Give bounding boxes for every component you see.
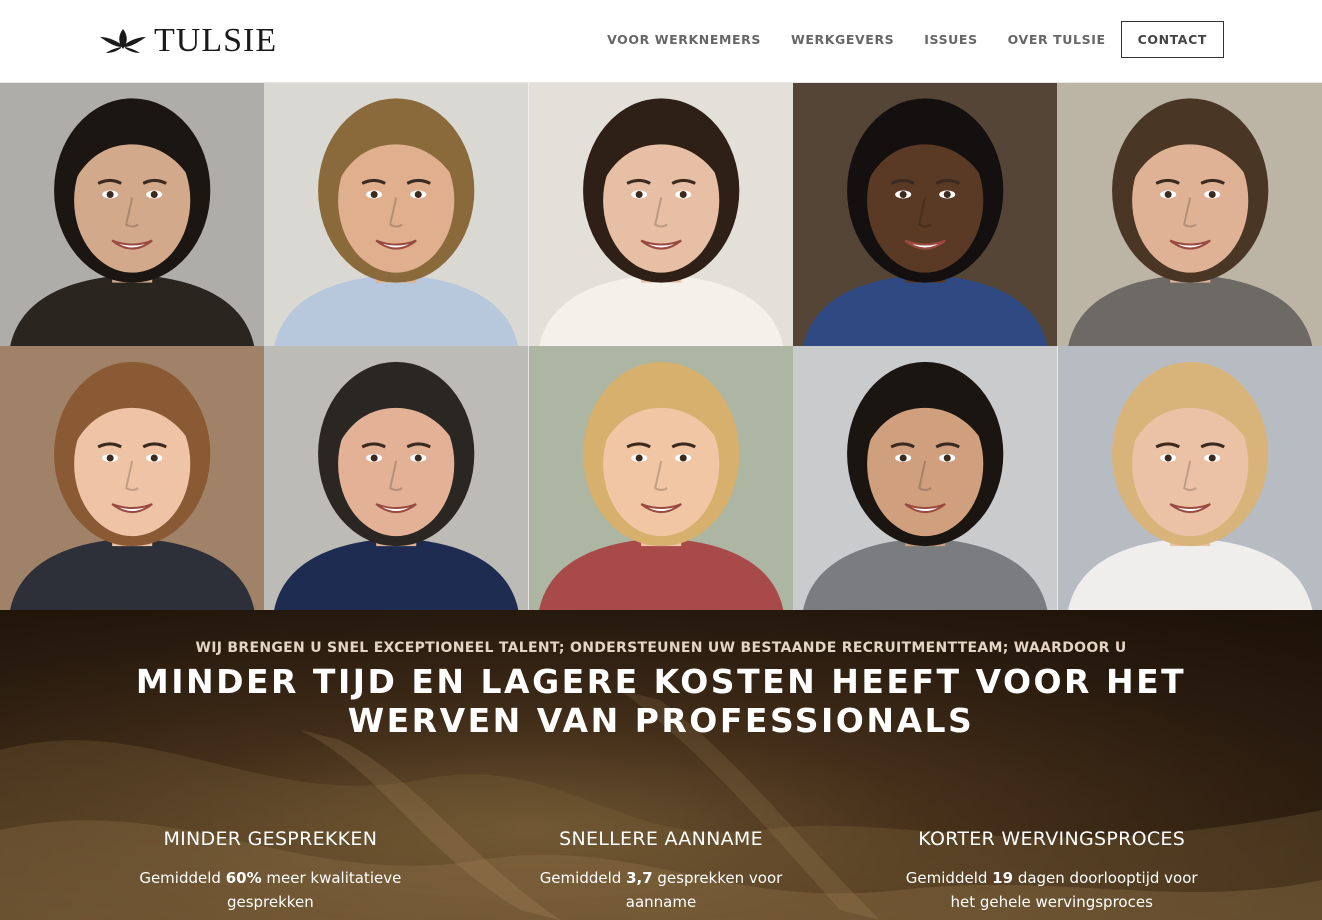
hero-title: MINDER TIJD EN LAGERE KOSTEN HEEFT VOOR … <box>0 662 1322 740</box>
portrait-gallery <box>0 83 1322 610</box>
stat-value: 19 <box>992 869 1014 887</box>
nav-item-werkgevers[interactable]: WERKGEVERS <box>791 32 894 47</box>
stat-title: MINDER GESPREKKEN <box>163 828 378 850</box>
portrait-image <box>0 346 265 610</box>
portrait-image <box>1057 83 1322 346</box>
portrait-image <box>528 83 794 346</box>
stat-description: Gemiddeld 19 dagen doorlooptijd voor het… <box>905 869 1198 911</box>
contact-button[interactable]: CONTACT <box>1120 21 1224 58</box>
stat-value: 60% <box>225 869 262 887</box>
portrait-photo <box>0 346 265 610</box>
stat-korter-wervingsproces: KORTER WERVINGSPROCES Gemiddeld 19 dagen… <box>856 828 1247 914</box>
nav-item-over-tulsie[interactable]: OVER TULSIE <box>1008 32 1106 47</box>
portrait-image <box>793 83 1058 346</box>
portrait-image <box>0 83 265 346</box>
hero-subtitle: WIJ BRENGEN U SNEL EXCEPTIONEEL TALENT; … <box>195 640 1127 656</box>
logo-link[interactable]: TULSIE <box>98 22 277 60</box>
main-nav: VOOR WERKNEMERS WERKGEVERS ISSUES OVER T… <box>607 21 1224 58</box>
portrait-image <box>793 346 1058 610</box>
stat-description: Gemiddeld 3,7 gesprekken voor aanname <box>539 869 783 911</box>
portrait-photo <box>793 83 1058 346</box>
portrait-image <box>264 346 529 610</box>
portrait-photo <box>528 83 794 346</box>
hero-title-line-1: MINDER TIJD EN LAGERE KOSTEN HEEFT VOOR … <box>135 662 1187 701</box>
stat-value: 3,7 <box>626 869 653 887</box>
portrait-image <box>1057 346 1322 610</box>
portrait-photo <box>1057 83 1322 346</box>
nav-item-issues[interactable]: ISSUES <box>924 32 977 47</box>
lotus-icon <box>100 29 146 53</box>
hero-title-line-2: WERVEN VAN PROFESSIONALS <box>347 701 975 740</box>
stats-row: MINDER GESPREKKEN Gemiddeld 60% meer kwa… <box>75 828 1247 914</box>
stat-title: KORTER WERVINGSPROCES <box>918 828 1186 850</box>
portrait-photo <box>264 346 529 610</box>
portrait-photo <box>0 83 265 346</box>
portrait-image <box>264 83 529 346</box>
portrait-photo <box>1057 346 1322 610</box>
portrait-image <box>528 346 794 610</box>
stat-snellere-aanname: SNELLERE AANNAME Gemiddeld 3,7 gesprekke… <box>466 828 857 914</box>
brand-name: TULSIE <box>154 22 278 59</box>
stat-title: SNELLERE AANNAME <box>559 828 763 850</box>
hero-banner: WIJ BRENGEN U SNEL EXCEPTIONEEL TALENT; … <box>0 610 1322 920</box>
portrait-photo <box>528 346 794 610</box>
nav-item-voor-werknemers[interactable]: VOOR WERKNEMERS <box>607 32 761 47</box>
site-header: TULSIE VOOR WERKNEMERS WERKGEVERS ISSUES… <box>0 0 1322 83</box>
portrait-photo <box>264 83 529 346</box>
portrait-photo <box>793 346 1058 610</box>
stat-minder-gesprekken: MINDER GESPREKKEN Gemiddeld 60% meer kwa… <box>75 828 466 914</box>
stat-description: Gemiddeld 60% meer kwalitatieve gesprekk… <box>139 869 402 911</box>
